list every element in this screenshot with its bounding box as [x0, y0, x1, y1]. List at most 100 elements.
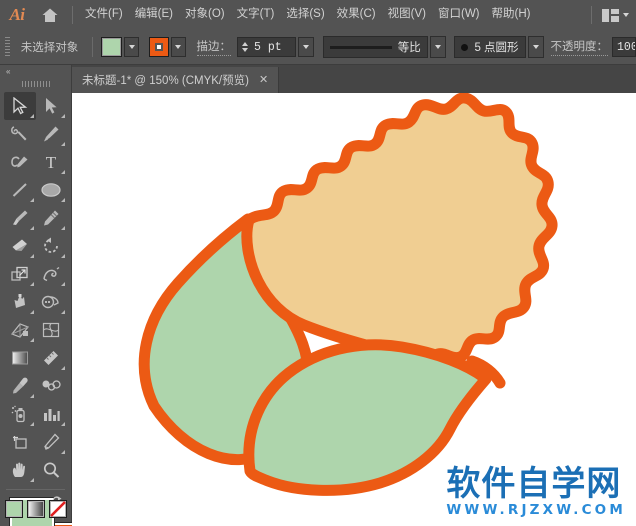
tool-artboard[interactable]	[4, 428, 36, 456]
stroke-color-swatch[interactable]	[149, 37, 169, 57]
menu-divider	[72, 6, 73, 24]
stroke-swatch-dropdown[interactable]	[170, 37, 187, 57]
brush-definition-dropdown[interactable]	[527, 36, 544, 58]
brush-definition-label: 5 点圆形	[474, 42, 519, 54]
menu-item-window[interactable]: 窗口(W)	[432, 5, 486, 25]
menu-item-view[interactable]: 视图(V)	[382, 5, 432, 25]
workspace-divider	[591, 6, 592, 24]
tool-flyout-indicator	[29, 114, 34, 118]
tool-flyout-indicator	[61, 254, 65, 258]
toolbar-collapse-button[interactable]: «	[0, 65, 71, 78]
tool-symbol-sprayer[interactable]	[4, 400, 36, 428]
tool-eyedropper[interactable]	[4, 372, 36, 400]
app-logo-icon: Ai	[9, 5, 25, 24]
tool-flyout-indicator	[61, 366, 65, 370]
tool-gradient[interactable]	[4, 344, 36, 372]
tool-type[interactable]: T	[36, 148, 68, 176]
workspace-switcher[interactable]	[585, 6, 636, 24]
menu-item-type[interactable]: 文字(T)	[231, 5, 281, 25]
tool-mesh[interactable]	[36, 316, 68, 344]
tool-measure[interactable]	[36, 344, 68, 372]
gradient-swatch[interactable]	[27, 500, 45, 518]
stroke-weight-value: 5 pt	[254, 40, 282, 54]
tool-selection[interactable]	[4, 92, 36, 120]
menu-item-edit[interactable]: 编辑(E)	[129, 5, 179, 25]
tool-curvature[interactable]	[4, 148, 36, 176]
artboard-canvas[interactable]: 软件自学网 WWW.RJZXW.COM	[72, 93, 636, 526]
tool-flyout-indicator	[29, 198, 34, 202]
tool-flyout-indicator	[61, 142, 65, 146]
tool-flyout-indicator	[29, 254, 34, 258]
tool-hand[interactable]	[4, 456, 36, 484]
stroke-weight-field[interactable]: 5 pt	[237, 37, 297, 57]
tool-flyout-indicator	[29, 338, 34, 342]
stroke-weight-label[interactable]: 描边：	[196, 38, 232, 56]
stroke-profile-dropdown[interactable]	[429, 36, 446, 58]
profile-preview-line	[329, 45, 392, 49]
tool-pencil[interactable]	[36, 204, 68, 232]
color-mode-swatches	[0, 500, 72, 518]
none-swatch[interactable]	[49, 500, 67, 518]
tools-panel: « T	[0, 65, 76, 526]
tool-flyout-indicator	[61, 310, 65, 314]
tool-ellipse[interactable]	[36, 176, 68, 204]
tool-slice[interactable]	[36, 428, 68, 456]
stroke-profile-combo[interactable]: 等比	[322, 36, 428, 58]
document-tab[interactable]: 未标题-1* @ 150% (CMYK/预览) ✕	[72, 67, 280, 93]
tool-flyout-indicator	[29, 282, 34, 286]
tool-scale[interactable]	[4, 260, 36, 288]
tool-pen[interactable]	[36, 120, 68, 148]
tool-eraser[interactable]	[4, 232, 36, 260]
tool-rotate[interactable]	[36, 232, 68, 260]
document-tab-bar: 未标题-1* @ 150% (CMYK/预览) ✕	[72, 65, 636, 93]
stroke-weight-stepper[interactable]	[238, 42, 251, 52]
options-bar-grip[interactable]	[2, 36, 11, 58]
home-icon[interactable]	[34, 0, 66, 30]
tool-shape-builder[interactable]	[36, 288, 68, 316]
tool-width-warp[interactable]	[36, 260, 68, 288]
tool-paintbrush[interactable]	[4, 204, 36, 232]
tool-flyout-indicator	[61, 422, 65, 426]
tool-flyout-indicator	[61, 226, 65, 230]
menu-bar: Ai 文件(F) 编辑(E) 对象(O) 文字(T) 选择(S) 效果(C) 视…	[0, 0, 636, 30]
tool-grid: T	[0, 90, 71, 484]
tool-flyout-indicator	[29, 478, 34, 482]
menu-item-select[interactable]: 选择(S)	[280, 5, 330, 25]
tool-flyout-indicator	[29, 226, 34, 230]
tool-column-graph[interactable]	[36, 400, 68, 428]
toolbar-grip[interactable]	[0, 78, 71, 90]
workspace-layout-icon	[602, 8, 619, 22]
brush-definition-combo[interactable]: 5 点圆形	[454, 36, 526, 58]
tool-perspective-grid[interactable]	[4, 316, 36, 344]
tool-line-segment[interactable]	[4, 176, 36, 204]
tool-free-transform[interactable]	[4, 288, 36, 316]
stroke-weight-dropdown[interactable]	[298, 37, 314, 57]
color-swatch[interactable]	[5, 500, 23, 518]
tool-blend[interactable]	[36, 372, 68, 400]
control-options-bar: 未选择对象 描边： 5 pt 等比 5 点圆形 不透明度： 100	[0, 30, 636, 65]
tool-flyout-indicator	[61, 450, 65, 454]
menu-item-object[interactable]: 对象(O)	[179, 5, 231, 25]
corn-cob-illustration[interactable]	[72, 93, 636, 526]
chevron-down-icon	[128, 45, 135, 49]
opacity-label[interactable]: 不透明度：	[550, 38, 609, 56]
menu-item-help[interactable]: 帮助(H)	[486, 5, 537, 25]
tool-magic-wand[interactable]	[4, 120, 36, 148]
stepper-up-icon	[241, 42, 248, 46]
menu-item-effect[interactable]: 效果(C)	[331, 5, 382, 25]
tool-flyout-indicator	[61, 114, 65, 118]
menu-item-file[interactable]: 文件(F)	[79, 5, 129, 25]
chevron-down-icon[interactable]	[623, 13, 629, 17]
tool-direct-selection[interactable]	[36, 92, 68, 120]
tool-flyout-indicator	[61, 170, 65, 174]
tool-zoom[interactable]	[36, 456, 68, 484]
tool-flyout-indicator	[61, 198, 65, 202]
opacity-value: 100	[617, 40, 636, 54]
opacity-field[interactable]: 100	[612, 37, 636, 57]
svg-text:T: T	[46, 153, 57, 171]
fill-swatch-dropdown[interactable]	[124, 37, 140, 57]
fill-color-swatch[interactable]	[101, 37, 123, 57]
brush-preview-dot	[461, 43, 469, 51]
close-icon[interactable]: ✕	[259, 74, 268, 86]
double-chevron-left-icon: «	[6, 67, 11, 76]
